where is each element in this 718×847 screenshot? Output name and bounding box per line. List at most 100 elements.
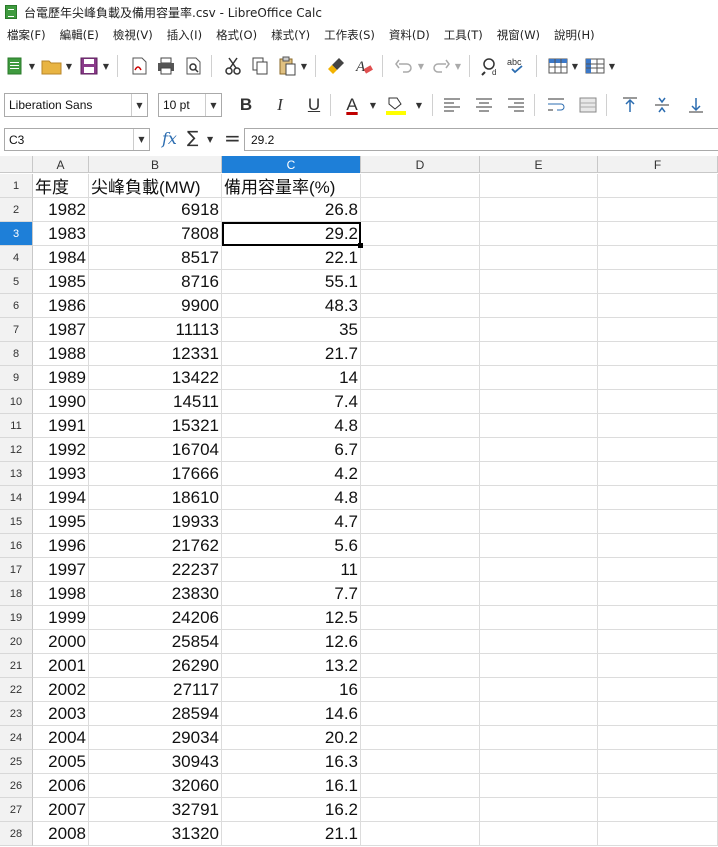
chevron-down-icon[interactable]: ▼ [133,129,149,150]
paste-icon[interactable] [275,54,299,78]
menu-window[interactable]: 視窗(W) [490,27,547,43]
column-header-e[interactable]: E [480,156,598,173]
cell-e15[interactable] [480,510,598,534]
cell-a18[interactable]: 1998 [33,582,89,606]
cell-d6[interactable] [361,294,480,318]
cell-a15[interactable]: 1995 [33,510,89,534]
row-header[interactable]: 16 [0,534,33,558]
cell-c6[interactable]: 48.3 [222,294,361,318]
cell-f4[interactable] [598,246,718,270]
column-header-a[interactable]: A [33,156,89,173]
cell-c19[interactable]: 12.5 [222,606,361,630]
column-header-c[interactable]: C [222,156,361,173]
cell-e25[interactable] [480,750,598,774]
cell-a11[interactable]: 1991 [33,414,89,438]
row-header[interactable]: 25 [0,750,33,774]
cell-d1[interactable] [361,174,480,198]
cell-f22[interactable] [598,678,718,702]
row-header[interactable]: 14 [0,486,33,510]
cell-e8[interactable] [480,342,598,366]
redo-dropdown-arrow-icon[interactable]: ▼ [453,54,463,78]
cell-a27[interactable]: 2007 [33,798,89,822]
cell-d17[interactable] [361,558,480,582]
cell-c12[interactable]: 6.7 [222,438,361,462]
cell-b8[interactable]: 12331 [89,342,222,366]
paste-dropdown-arrow-icon[interactable]: ▼ [299,54,309,78]
print-icon[interactable] [154,54,178,78]
cell-f28[interactable] [598,822,718,846]
cell-a8[interactable]: 1988 [33,342,89,366]
cell-d13[interactable] [361,462,480,486]
cell-b23[interactable]: 28594 [89,702,222,726]
cell-e7[interactable] [480,318,598,342]
row-header[interactable]: 11 [0,414,33,438]
cell-b18[interactable]: 23830 [89,582,222,606]
row-header[interactable]: 3 [0,222,33,246]
cell-b19[interactable]: 24206 [89,606,222,630]
sum-icon[interactable]: ∑ [187,128,198,148]
cell-d20[interactable] [361,630,480,654]
cell-d9[interactable] [361,366,480,390]
highlight-dropdown-arrow-icon[interactable]: ▼ [414,93,424,117]
cell-f25[interactable] [598,750,718,774]
formula-input[interactable]: 29.2 [244,128,718,151]
cell-b17[interactable]: 22237 [89,558,222,582]
cell-a25[interactable]: 2005 [33,750,89,774]
cell-d7[interactable] [361,318,480,342]
new-dropdown-arrow-icon[interactable]: ▼ [27,54,37,78]
column-icon[interactable] [583,54,607,78]
cell-f13[interactable] [598,462,718,486]
wrap-text-icon[interactable] [544,93,568,117]
menu-data[interactable]: 資料(D) [382,27,437,43]
cell-a12[interactable]: 1992 [33,438,89,462]
cell-a7[interactable]: 1987 [33,318,89,342]
row-dropdown-arrow-icon[interactable]: ▼ [570,54,580,78]
cell-b22[interactable]: 27117 [89,678,222,702]
cell-a2[interactable]: 1982 [33,198,89,222]
cell-e14[interactable] [480,486,598,510]
merge-cells-icon[interactable] [576,93,600,117]
cell-f27[interactable] [598,798,718,822]
menu-file[interactable]: 檔案(F) [0,27,53,43]
function-wizard-icon[interactable]: fx [162,129,177,148]
cell-c1[interactable]: 備用容量率(%) [222,174,361,198]
row-header[interactable]: 15 [0,510,33,534]
sum-dropdown-arrow-icon[interactable]: ▼ [207,135,213,144]
cell-c26[interactable]: 16.1 [222,774,361,798]
cell-d23[interactable] [361,702,480,726]
chevron-down-icon[interactable]: ▼ [205,94,221,116]
cell-d8[interactable] [361,342,480,366]
cell-a6[interactable]: 1986 [33,294,89,318]
row-icon[interactable] [546,54,570,78]
cell-f21[interactable] [598,654,718,678]
row-header[interactable]: 26 [0,774,33,798]
cell-e1[interactable] [480,174,598,198]
save-dropdown-arrow-icon[interactable]: ▼ [101,54,111,78]
cell-f17[interactable] [598,558,718,582]
menu-sheet[interactable]: 工作表(S) [317,27,382,43]
cell-b5[interactable]: 8716 [89,270,222,294]
cell-a1[interactable]: 年度 [33,174,89,198]
menu-styles[interactable]: 樣式(Y) [264,27,317,43]
menu-view[interactable]: 檢視(V) [106,27,160,43]
cell-c5[interactable]: 55.1 [222,270,361,294]
cell-a5[interactable]: 1985 [33,270,89,294]
cell-f24[interactable] [598,726,718,750]
cell-c24[interactable]: 20.2 [222,726,361,750]
column-header-f[interactable]: F [598,156,718,173]
new-spreadsheet-icon[interactable] [3,54,27,78]
menu-insert[interactable]: 插入(I) [160,27,209,43]
cell-d2[interactable] [361,198,480,222]
cell-c3[interactable]: 29.2 [222,222,361,246]
cell-d24[interactable] [361,726,480,750]
name-box[interactable]: C3 ▼ [4,128,150,151]
cell-b28[interactable]: 31320 [89,822,222,846]
cell-b20[interactable]: 25854 [89,630,222,654]
cell-e13[interactable] [480,462,598,486]
underline-button[interactable]: U [302,93,326,117]
cell-e17[interactable] [480,558,598,582]
undo-icon[interactable] [392,54,416,78]
cell-b24[interactable]: 29034 [89,726,222,750]
row-header[interactable]: 28 [0,822,33,846]
cell-f6[interactable] [598,294,718,318]
